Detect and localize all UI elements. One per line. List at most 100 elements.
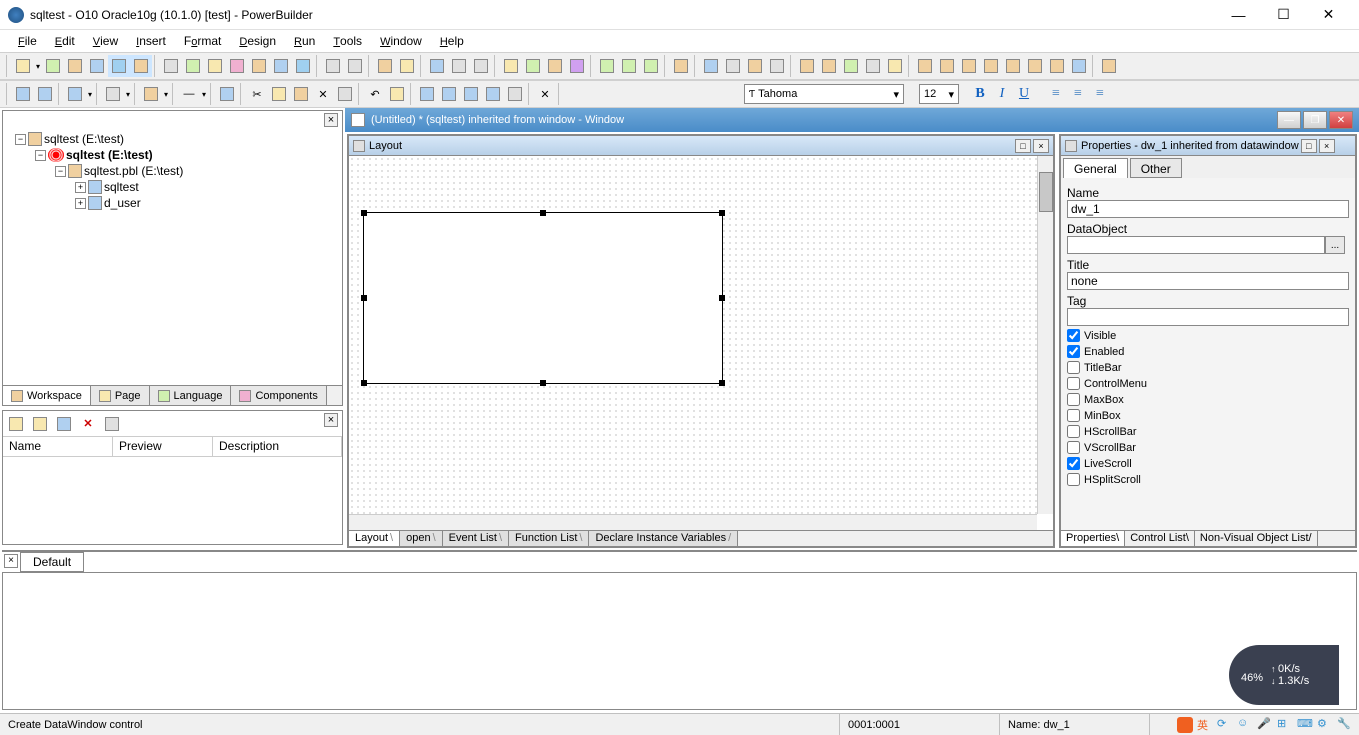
tb-copy5-icon[interactable]: [1002, 55, 1024, 77]
maximize-button[interactable]: ☐: [1261, 1, 1306, 29]
mdi-minimize-button[interactable]: —: [1277, 111, 1301, 129]
btab-properties[interactable]: Properties\: [1061, 531, 1125, 546]
tb-fileed-icon[interactable]: [500, 55, 522, 77]
tb-userobj-icon[interactable]: [226, 55, 248, 77]
tb-rundebug-icon[interactable]: [640, 55, 662, 77]
menu-view[interactable]: View: [85, 32, 126, 50]
menu-insert[interactable]: Insert: [128, 32, 174, 50]
tab-page[interactable]: Page: [91, 386, 150, 405]
checkbox-enabled[interactable]: [1067, 345, 1080, 358]
output-tab-default[interactable]: Default: [20, 552, 84, 572]
minimize-button[interactable]: —: [1216, 1, 1261, 29]
col-desc[interactable]: Description: [213, 437, 342, 456]
output-close-button[interactable]: ×: [4, 554, 18, 568]
input-title[interactable]: [1067, 272, 1349, 290]
tb-menu-icon[interactable]: [248, 55, 270, 77]
italic-button[interactable]: I: [991, 83, 1013, 105]
tb-struct-icon[interactable]: [292, 55, 314, 77]
layout-close-button[interactable]: ×: [1033, 139, 1049, 153]
chk-enabled[interactable]: Enabled: [1067, 345, 1349, 358]
menu-edit[interactable]: Edit: [47, 32, 83, 50]
tb2-paste-icon[interactable]: [290, 83, 312, 105]
design-canvas[interactable]: [349, 156, 1037, 514]
layout-max-button[interactable]: □: [1015, 139, 1031, 153]
layout-hscrollbar[interactable]: [349, 514, 1037, 530]
tb-inherit-icon[interactable]: [42, 55, 64, 77]
tb-run-icon[interactable]: [596, 55, 618, 77]
tb-window-icon[interactable]: [204, 55, 226, 77]
tb-grid-icon[interactable]: [700, 55, 722, 77]
tb2-list-icon[interactable]: [386, 83, 408, 105]
expand-icon[interactable]: +: [75, 198, 86, 209]
tree-node-workspace[interactable]: − sqltest (E:\test): [7, 131, 338, 147]
tb-copy4-icon[interactable]: [980, 55, 1002, 77]
tray-keyboard-icon[interactable]: ⌨: [1297, 717, 1313, 733]
mdi-restore-button[interactable]: ❐: [1303, 111, 1327, 129]
tb2-line-icon[interactable]: —: [178, 83, 200, 105]
tb2-outdent-icon[interactable]: [438, 83, 460, 105]
tb2-copy-icon[interactable]: [268, 83, 290, 105]
chk-maxbox[interactable]: MaxBox: [1067, 393, 1349, 406]
align-center-button[interactable]: ≡: [1067, 83, 1089, 105]
tb-copy1-icon[interactable]: [914, 55, 936, 77]
tab-general[interactable]: General: [1063, 158, 1128, 178]
btab-nonvisual[interactable]: Non-Visual Object List/: [1195, 531, 1318, 546]
tb2-selall-icon[interactable]: [334, 83, 356, 105]
tab-workspace[interactable]: Workspace: [3, 386, 91, 405]
input-name[interactable]: [1067, 200, 1349, 218]
tab-layout[interactable]: Layout\: [349, 531, 400, 546]
tb-select-icon[interactable]: [108, 55, 130, 77]
tb-last-icon[interactable]: [1098, 55, 1120, 77]
align-left-button[interactable]: ≡: [1045, 83, 1067, 105]
col-name[interactable]: Name: [3, 437, 113, 456]
props-max-button[interactable]: □: [1301, 139, 1317, 153]
tray-grid-icon[interactable]: ⊞: [1277, 717, 1293, 733]
tb-check-icon[interactable]: [840, 55, 862, 77]
tb2-space-icon[interactable]: [102, 83, 124, 105]
tb-datawin-icon[interactable]: [270, 55, 292, 77]
tb2-save-icon[interactable]: [216, 83, 238, 105]
tb2-undo-icon[interactable]: ↶: [364, 83, 386, 105]
list-tb4-icon[interactable]: ✕: [77, 413, 99, 435]
tree-node-sqltest[interactable]: + sqltest: [7, 179, 338, 195]
chk-visible[interactable]: Visible: [1067, 329, 1349, 342]
list-tb1-icon[interactable]: [5, 413, 27, 435]
tb2-cfg-icon[interactable]: [504, 83, 526, 105]
checkbox-maxbox[interactable]: [1067, 393, 1080, 406]
tab-open[interactable]: open\: [400, 531, 443, 546]
menu-tools[interactable]: Tools: [325, 32, 370, 50]
tb-wand-icon[interactable]: [818, 55, 840, 77]
input-dataobject[interactable]: [1067, 236, 1325, 254]
tray-sogou-icon[interactable]: [1177, 717, 1193, 733]
checkbox-controlmenu[interactable]: [1067, 377, 1080, 390]
tb-pipeline-icon[interactable]: [344, 55, 366, 77]
chk-controlmenu[interactable]: ControlMenu: [1067, 377, 1349, 390]
tb-redo-icon[interactable]: [744, 55, 766, 77]
menu-format[interactable]: Format: [176, 32, 229, 50]
checkbox-minbox[interactable]: [1067, 409, 1080, 422]
font-family-select[interactable]: Ƭ Tahoma ▾: [744, 84, 904, 104]
tb2-closewin-icon[interactable]: ✕: [534, 83, 556, 105]
tb-exit-icon[interactable]: [670, 55, 692, 77]
tab-event-list[interactable]: Event List\: [443, 531, 509, 546]
mdi-close-button[interactable]: ✕: [1329, 111, 1353, 129]
tb-key-icon[interactable]: [796, 55, 818, 77]
tray-tool-icon[interactable]: 🔧: [1337, 717, 1353, 733]
tab-other[interactable]: Other: [1130, 158, 1182, 178]
collapse-icon[interactable]: −: [55, 166, 66, 177]
tb-debug-icon[interactable]: [618, 55, 640, 77]
font-size-select[interactable]: 12▾: [919, 84, 959, 104]
collapse-icon[interactable]: −: [15, 134, 26, 145]
tb-app-icon[interactable]: [160, 55, 182, 77]
menu-help[interactable]: Help: [432, 32, 472, 50]
tray-ime-icon[interactable]: 英: [1197, 717, 1213, 733]
chk-titlebar[interactable]: TitleBar: [1067, 361, 1349, 374]
tb-tools-icon[interactable]: [566, 55, 588, 77]
tree-node-pbl[interactable]: − sqltest.pbl (E:\test): [7, 163, 338, 179]
tab-language[interactable]: Language: [150, 386, 232, 405]
list-close-button[interactable]: ×: [324, 413, 338, 427]
tb-database-icon[interactable]: [322, 55, 344, 77]
chk-livescroll[interactable]: LiveScroll: [1067, 457, 1349, 470]
btab-control-list[interactable]: Control List\: [1125, 531, 1195, 546]
checkbox-titlebar[interactable]: [1067, 361, 1080, 374]
